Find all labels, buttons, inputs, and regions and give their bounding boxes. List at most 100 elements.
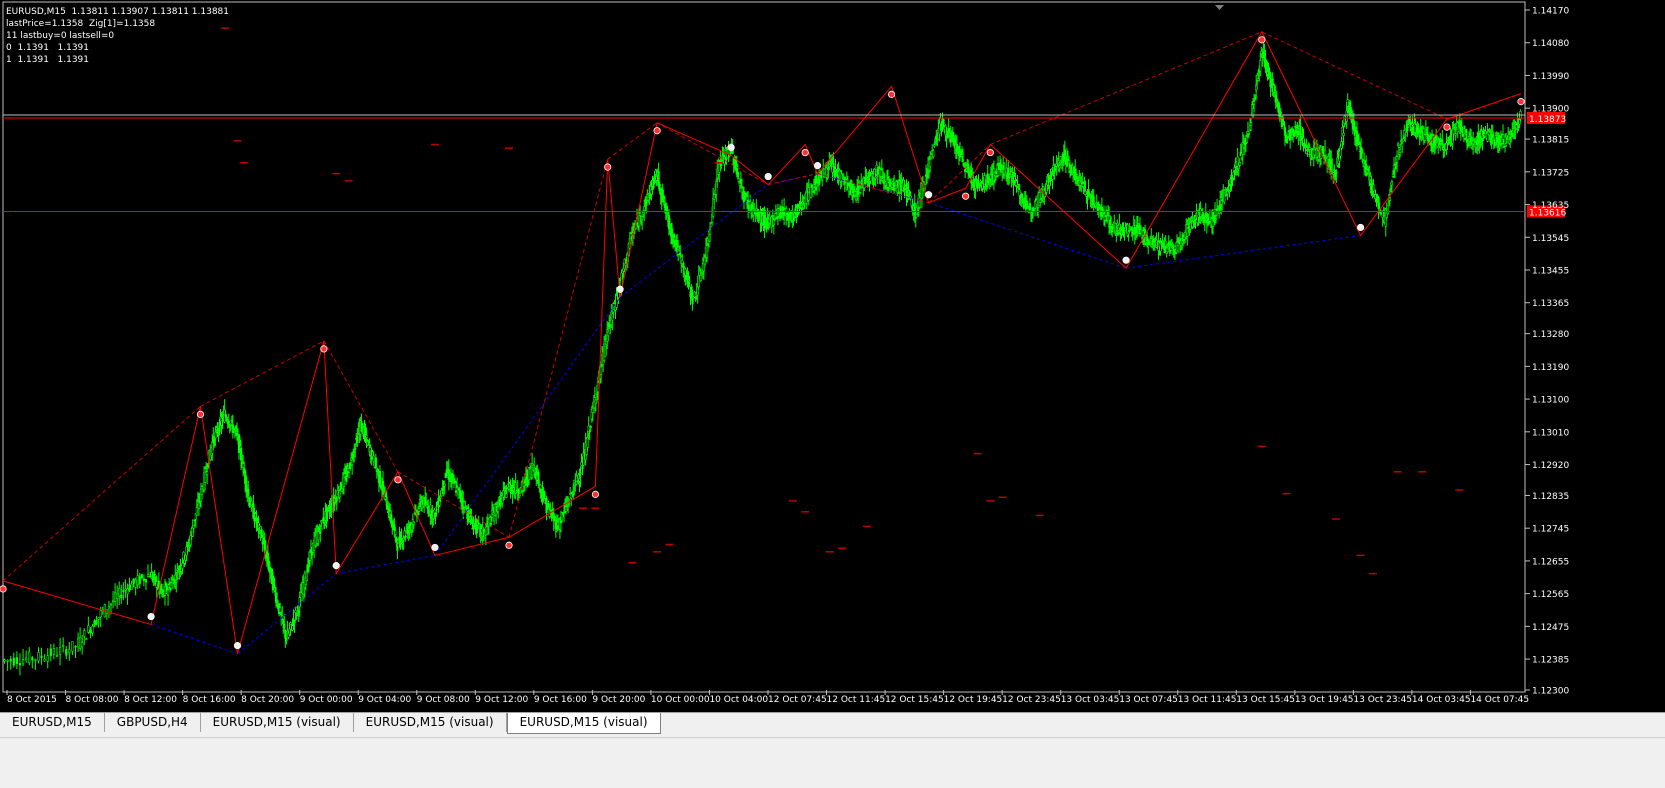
candle-body xyxy=(1454,133,1457,136)
symbol-line: EURUSD,M15 1.13811 1.13907 1.13811 1.138… xyxy=(6,7,230,17)
candle-body xyxy=(672,234,676,238)
candle-body xyxy=(1308,147,1311,150)
y-tick-label: 1.13815 xyxy=(1532,136,1569,146)
candle-body xyxy=(31,657,34,661)
candle-body xyxy=(206,471,209,475)
candle-body xyxy=(396,546,399,551)
candle-body xyxy=(195,507,198,516)
zigzag-dashed-line xyxy=(323,340,399,473)
tab-eurusd-m15-visual-2[interactable]: EURUSD,M15 (visual) xyxy=(353,713,507,732)
candle-body xyxy=(1335,172,1338,174)
candle-body xyxy=(545,498,548,513)
candle-body xyxy=(773,218,776,221)
zigzag-dashed-line xyxy=(990,31,1263,146)
chart-window[interactable]: 1.13873 1.13616 1.14170 1.14080 1.13990 1.139… xyxy=(0,0,1665,712)
x-tick-label: 14 Oct 07:45 xyxy=(1470,695,1529,705)
candle-body xyxy=(170,582,173,589)
y-tick-label: 1.12655 xyxy=(1532,557,1569,567)
x-tick-label: 13 Oct 15:45 xyxy=(1236,695,1295,705)
y-tick-label: 1.13545 xyxy=(1532,234,1569,244)
candle-body xyxy=(1361,149,1364,154)
candle-body xyxy=(417,508,421,512)
candle-body xyxy=(1116,222,1119,226)
candle-body xyxy=(71,641,74,652)
y-tick-label: 1.13635 xyxy=(1532,201,1569,211)
tab-eurusd-m15-visual-3[interactable]: EURUSD,M15 (visual) xyxy=(506,713,661,734)
x-tick-label: 8 Oct 08:00 xyxy=(66,695,119,705)
x-tick-label: 9 Oct 00:00 xyxy=(300,695,353,705)
candle-body xyxy=(1297,130,1300,135)
candle-body xyxy=(85,638,88,640)
candle-body xyxy=(354,448,357,450)
candle-body xyxy=(134,579,137,588)
candle-body xyxy=(568,502,571,505)
trend-line-blue xyxy=(150,624,238,655)
zigzag-dashed-line xyxy=(200,340,325,407)
candle-body xyxy=(1480,130,1483,137)
candle-body xyxy=(579,475,582,478)
candle-body xyxy=(140,574,143,578)
x-tick-label: 13 Oct 19:45 xyxy=(1295,695,1354,705)
candle-body xyxy=(335,497,338,502)
candle-body xyxy=(1399,149,1402,153)
candle-body xyxy=(955,144,958,152)
candle-body xyxy=(933,144,936,147)
candle-body xyxy=(821,178,824,181)
candle-body xyxy=(1214,218,1218,221)
candle-body xyxy=(455,485,459,488)
buy-signal-icon xyxy=(431,543,439,552)
price-chart[interactable]: 1.138731.136161.141701.140801.139901.139… xyxy=(0,0,1665,712)
candle-body xyxy=(1128,229,1131,232)
candle-body xyxy=(412,521,415,525)
candle-body xyxy=(546,507,549,510)
candle-body xyxy=(1441,139,1444,146)
info-line-2: 11 lastbuy=0 lastsell=0 xyxy=(6,31,115,41)
zigzag-dashed-line xyxy=(508,158,609,538)
candle-body xyxy=(214,431,217,439)
candle-body xyxy=(79,636,82,649)
candle-body xyxy=(543,491,546,498)
candle-body xyxy=(553,516,556,519)
buy-signal-icon xyxy=(813,162,822,170)
y-tick-label: 1.12385 xyxy=(1532,656,1569,666)
zigzag-dashed-line xyxy=(2,405,201,582)
tab-strip: EURUSD,M15 GBPUSD,H4 EURUSD,M15 (visual)… xyxy=(0,713,661,734)
x-tick-label: 13 Oct 23:45 xyxy=(1353,695,1412,705)
buy-signal-icon xyxy=(1356,223,1365,232)
candle-body xyxy=(272,577,276,586)
candle-body xyxy=(247,489,250,496)
candle-body xyxy=(395,537,398,543)
candle-body xyxy=(1299,125,1302,141)
y-tick-label: 1.13725 xyxy=(1532,168,1569,178)
candle-body xyxy=(1034,198,1038,201)
candle-body xyxy=(699,274,702,282)
candle-body xyxy=(81,642,84,648)
sell-signal-icon xyxy=(196,410,205,418)
candle-body xyxy=(136,575,139,585)
candle-body xyxy=(1131,228,1134,236)
candle-body xyxy=(1152,238,1155,243)
tab-eurusd-m15[interactable]: EURUSD,M15 xyxy=(0,713,105,732)
x-tick-label: 12 Oct 15:45 xyxy=(885,695,944,705)
tab-eurusd-m15-visual-1[interactable]: EURUSD,M15 (visual) xyxy=(200,713,354,732)
candle-body xyxy=(46,655,49,662)
candle-body xyxy=(118,588,121,597)
trend-line-blue xyxy=(237,573,337,655)
candle-body xyxy=(1404,134,1407,137)
candle-body xyxy=(83,630,86,637)
y-tick-label: 1.12300 xyxy=(1532,687,1569,697)
buy-signal-icon xyxy=(147,612,155,621)
candle-body xyxy=(122,590,125,592)
candle-body xyxy=(21,659,25,665)
sell-signal-icon xyxy=(986,148,994,157)
candle-body xyxy=(918,197,921,208)
candle-body xyxy=(111,600,115,603)
x-tick-label: 12 Oct 23:45 xyxy=(1002,695,1061,705)
buy-signal-icon xyxy=(332,562,340,570)
tab-gbpusd-h4[interactable]: GBPUSD,H4 xyxy=(104,713,201,732)
trend-line-blue xyxy=(928,202,1127,269)
candle-body xyxy=(942,119,945,127)
candle-body xyxy=(1092,196,1095,205)
candle-body xyxy=(317,531,320,541)
candle-body xyxy=(93,620,96,627)
